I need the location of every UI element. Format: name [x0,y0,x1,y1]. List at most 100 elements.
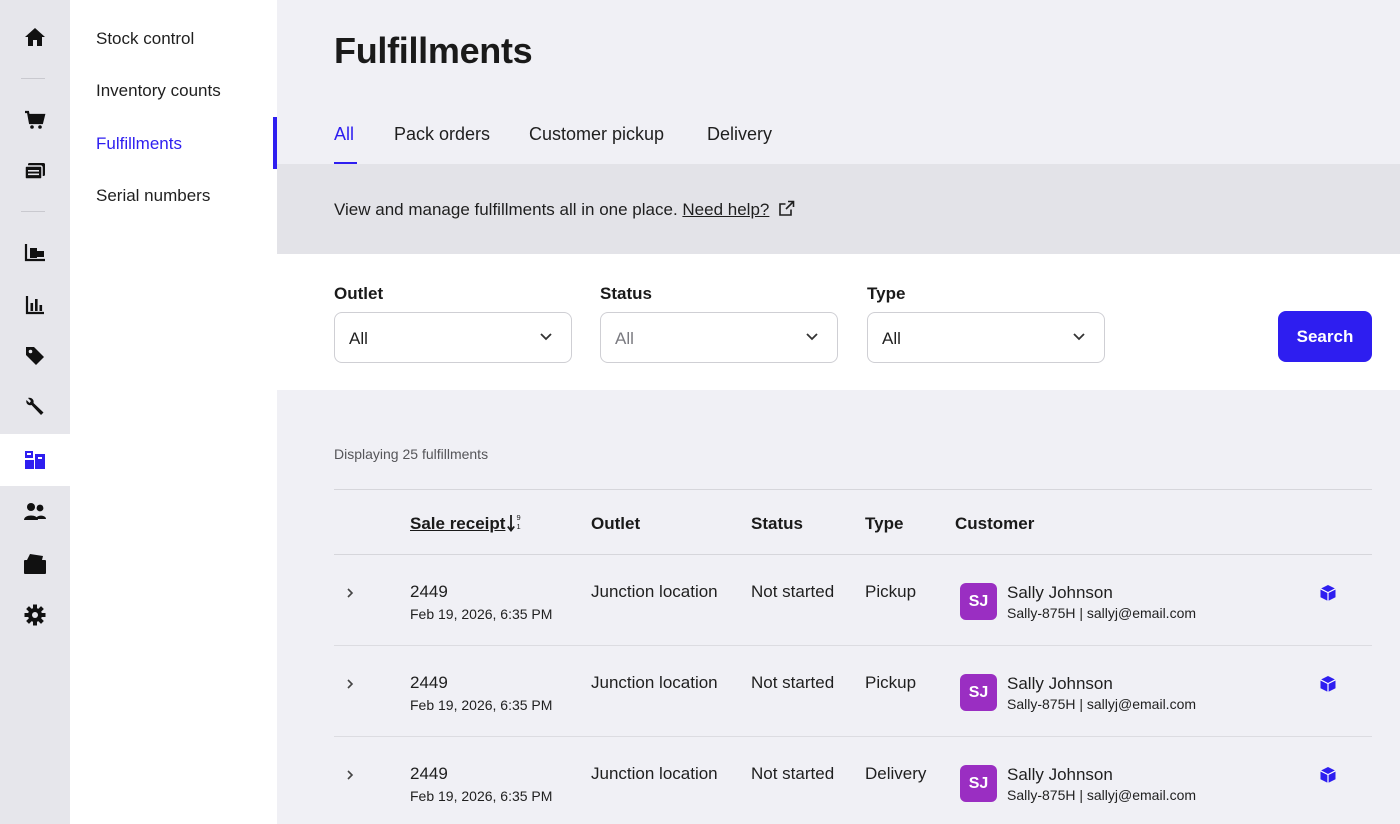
status-cell: Not started [751,582,835,601]
column-header-outlet: Outlet [591,514,641,533]
chevron-down-icon [540,333,552,341]
outlet-select[interactable]: All [334,312,572,363]
subnav-item-fulfillments[interactable]: Fulfillments [96,134,182,154]
avatar: SJ [960,674,997,711]
table-header: Sale receipt 91 Outlet Status Type Custo… [334,489,1372,555]
sort-numeric-icon[interactable]: 91 [507,513,523,533]
fulfillment-icon [25,451,45,469]
outlet-cell: Junction location [591,764,718,783]
package-icon[interactable] [1319,675,1337,693]
customer-detail: Sally-875H | sallyj@email.com [1007,696,1197,712]
rail-sell[interactable] [0,97,70,143]
catalog-icon [24,163,45,180]
need-help-link[interactable]: Need help? [682,200,769,219]
tab-delivery[interactable]: Delivery [707,124,772,145]
subnav-item-serial-numbers[interactable]: Serial numbers [96,186,210,206]
rail-reports[interactable] [0,282,70,328]
customer-detail: Sally-875H | sallyj@email.com [1007,787,1197,803]
tab-all[interactable]: All [334,124,354,145]
customer-detail: Sally-875H | sallyj@email.com [1007,605,1197,621]
column-header-type: Type [865,514,904,533]
type-filter-label: Type [867,284,906,303]
outlet-filter-label: Outlet [334,284,384,303]
outlet-filter: Outlet All [334,284,572,363]
settings-icon [24,604,46,626]
column-header-customer: Customer [955,514,1035,533]
sub-navigation: Stock control Inventory counts Fulfillme… [70,0,277,824]
tag-icon [26,347,44,365]
results-count: Displaying 25 fulfillments [334,446,489,462]
status-cell: Not started [751,673,835,692]
banner-message: View and manage fulfillments all in one … [334,200,795,220]
chevron-right-icon[interactable] [342,767,358,783]
wrench-icon [26,397,44,415]
status-filter-label: Status [600,284,652,303]
rail-home[interactable] [0,14,70,60]
rail-fulfillment[interactable] [0,434,70,486]
table-row[interactable]: 2449 Feb 19, 2026, 6:35 PM Junction loca… [334,646,1372,737]
status-select-value: All [615,329,634,348]
receipt-date: Feb 19, 2026, 6:35 PM [410,788,553,804]
rail-promotions[interactable] [0,333,70,379]
customer-name: Sally Johnson [1007,674,1113,693]
type-cell: Pickup [865,582,917,601]
table-row[interactable]: 2449 Feb 19, 2026, 6:35 PM Junction loca… [334,555,1372,646]
chevron-right-icon[interactable] [342,585,358,601]
avatar: SJ [960,765,997,802]
banner-text: View and manage fulfillments all in one … [334,200,683,219]
avatar: SJ [960,583,997,620]
outlet-cell: Junction location [591,582,718,601]
subnav-item-inventory-counts[interactable]: Inventory counts [96,81,221,101]
rail-catalog[interactable] [0,148,70,194]
info-banner: View and manage fulfillments all in one … [277,164,1400,254]
customer-name: Sally Johnson [1007,583,1113,602]
status-select[interactable]: All [600,312,838,363]
tab-pack-orders[interactable]: Pack orders [394,124,490,145]
svg-text:9: 9 [517,513,521,522]
register-icon [24,554,46,574]
rail-customers[interactable] [0,489,70,535]
chevron-right-icon[interactable] [342,676,358,692]
column-header-sale-receipt[interactable]: Sale receipt [410,514,505,534]
home-icon [25,28,45,46]
rail-inventory[interactable] [0,230,70,276]
rail-settings[interactable] [0,592,70,638]
chevron-down-icon [1073,333,1085,341]
package-icon[interactable] [1319,766,1337,784]
subnav-item-stock-control[interactable]: Stock control [96,29,194,49]
status-filter: Status All [600,284,838,363]
column-header-status: Status [751,514,803,533]
type-select[interactable]: All [867,312,1105,363]
external-link-icon [779,200,795,216]
rail-setup[interactable] [0,384,70,430]
receipt-number: 2449 [410,764,448,783]
outlet-cell: Junction location [591,673,718,692]
rail-divider [21,78,45,79]
fulfillments-table: Sale receipt 91 Outlet Status Type Custo… [334,489,1372,824]
receipt-date: Feb 19, 2026, 6:35 PM [410,606,553,622]
filter-panel: Outlet All Status All Type All Search [277,254,1400,390]
table-row[interactable]: 2449 Feb 19, 2026, 6:35 PM Junction loca… [334,737,1372,824]
receipt-number: 2449 [410,673,448,692]
type-cell: Delivery [865,764,927,783]
package-icon[interactable] [1319,584,1337,602]
search-button[interactable]: Search [1278,311,1372,362]
inventory-icon [24,244,45,262]
reports-icon [25,296,44,315]
receipt-number: 2449 [410,582,448,601]
outlet-select-value: All [349,329,368,348]
chevron-down-icon [806,333,818,341]
type-filter: Type All [867,284,1105,363]
rail-register[interactable] [0,541,70,587]
receipt-date: Feb 19, 2026, 6:35 PM [410,697,553,713]
main-content: Fulfillments All Pack orders Customer pi… [277,0,1400,824]
tab-customer-pickup[interactable]: Customer pickup [529,124,664,145]
page-title: Fulfillments [334,30,533,71]
type-cell: Pickup [865,673,917,692]
type-select-value: All [882,329,901,348]
icon-rail [0,0,70,824]
customers-icon [24,503,46,520]
customer-name: Sally Johnson [1007,765,1113,784]
svg-text:1: 1 [517,522,521,531]
rail-divider [21,211,45,212]
